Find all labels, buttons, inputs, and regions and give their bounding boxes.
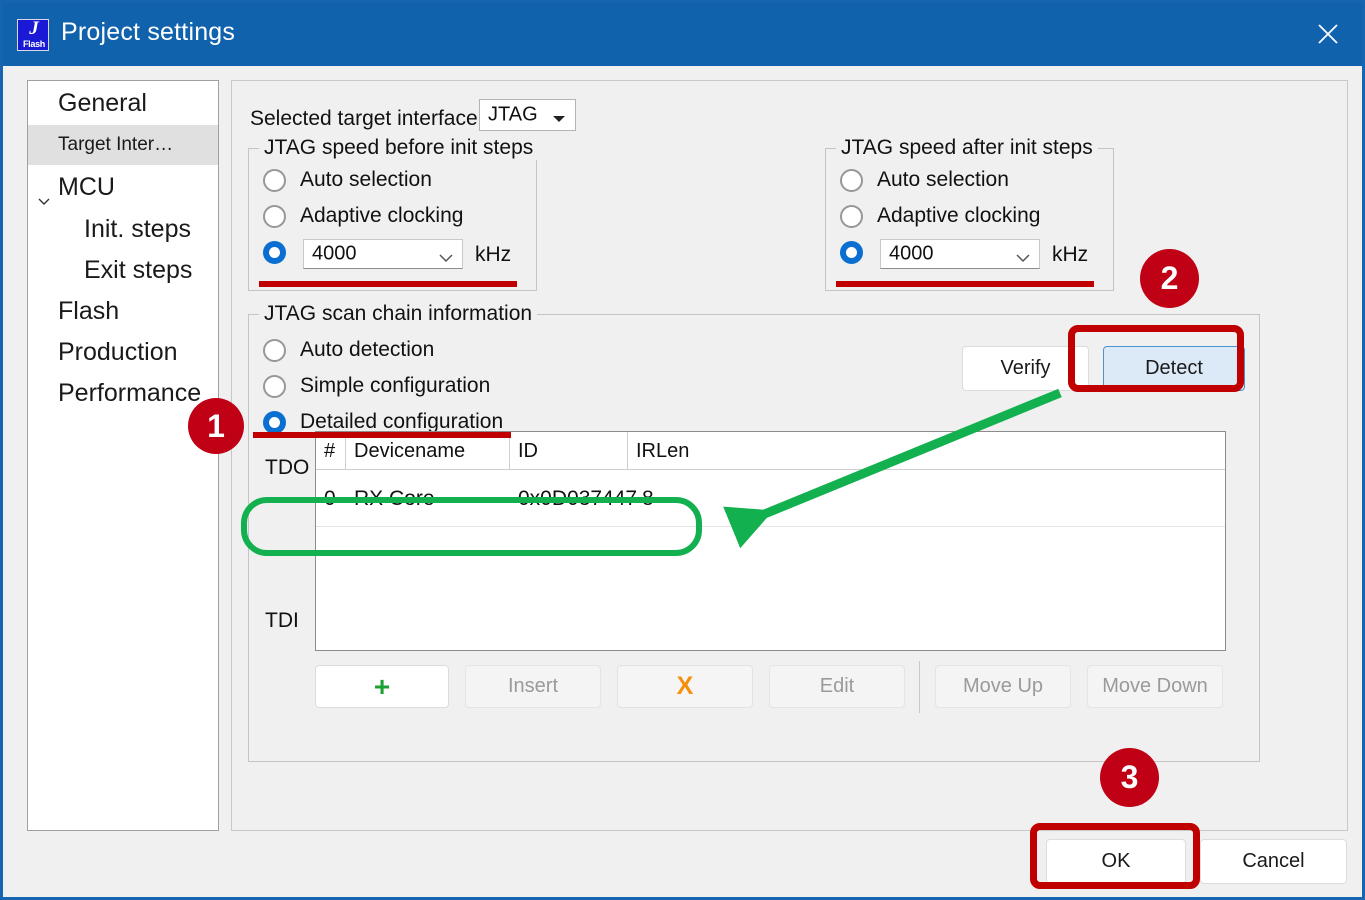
speed-after-adaptive-clocking-radio[interactable]: Adaptive clocking xyxy=(840,204,1040,228)
speed-after-auto-selection-radio[interactable]: Auto selection xyxy=(840,168,1009,192)
speed-before-auto-selection-radio[interactable]: Auto selection xyxy=(263,168,432,192)
sidebar-item-flash[interactable]: Flash xyxy=(28,291,218,332)
chevron-down-icon xyxy=(439,250,453,263)
move-up-button[interactable]: Move Up xyxy=(935,665,1071,708)
radio-icon xyxy=(840,241,863,264)
sidebar-item-label: MCU xyxy=(58,173,115,201)
speed-after-value-select[interactable]: 4000 xyxy=(880,239,1040,269)
sidebar-item-label: Production xyxy=(58,338,178,366)
radio-icon xyxy=(840,204,863,228)
tdo-label: TDO xyxy=(265,456,310,479)
sidebar-item-performance[interactable]: Performance xyxy=(28,373,218,414)
sidebar-item-label: Init. steps xyxy=(84,215,191,243)
sidebar-item-label: Flash xyxy=(58,297,120,325)
target-interface-value: JTAG xyxy=(488,103,538,126)
verify-button[interactable]: Verify xyxy=(962,346,1089,391)
sidebar-item-exit-steps[interactable]: Exit steps xyxy=(28,250,218,291)
tdi-label: TDI xyxy=(265,609,299,632)
radio-icon xyxy=(263,241,286,264)
cancel-button[interactable]: Cancel xyxy=(1200,839,1347,884)
dialog-body: General Target Inter… MCU Init. steps Ex… xyxy=(3,66,1362,897)
column-header-id: ID xyxy=(510,432,628,470)
sidebar-item-label: Target Inter… xyxy=(58,134,174,155)
sidebar-item-target-interface[interactable]: Target Inter… xyxy=(28,125,218,165)
target-interface-select[interactable]: JTAG xyxy=(479,99,576,131)
settings-sidebar: General Target Inter… MCU Init. steps Ex… xyxy=(27,80,219,831)
target-interface-panel: Selected target interface: JTAG JTAG spe… xyxy=(231,80,1348,831)
detect-button[interactable]: Detect xyxy=(1103,346,1245,391)
speed-after-fixed-radio[interactable] xyxy=(840,241,863,264)
close-icon[interactable] xyxy=(1302,11,1354,57)
radio-label: Adaptive clocking xyxy=(877,204,1041,227)
chevron-down-icon xyxy=(36,179,52,205)
jtag-speed-after-title: JTAG speed after init steps xyxy=(836,136,1098,160)
radio-icon xyxy=(263,168,286,192)
column-header-devicename: Devicename xyxy=(346,432,510,470)
chevron-down-icon xyxy=(1016,250,1030,263)
sidebar-item-label: Exit steps xyxy=(84,256,193,284)
jflash-icon-letter: J xyxy=(29,18,39,39)
jtag-scan-chain-title: JTAG scan chain information xyxy=(259,302,538,326)
radio-label: Simple configuration xyxy=(300,374,491,397)
radio-icon xyxy=(263,374,286,398)
scan-simple-configuration-radio[interactable]: Simple configuration xyxy=(263,374,490,398)
move-down-button[interactable]: Move Down xyxy=(1087,665,1223,708)
radio-icon xyxy=(263,204,286,228)
toolbar-separator xyxy=(919,661,920,713)
radio-label: Adaptive clocking xyxy=(300,204,464,227)
column-header-index: # xyxy=(316,432,346,470)
insert-device-button[interactable]: Insert xyxy=(465,665,601,708)
sidebar-item-init-steps[interactable]: Init. steps xyxy=(28,209,218,250)
sidebar-item-mcu[interactable]: MCU xyxy=(28,165,218,209)
jtag-speed-before-title: JTAG speed before init steps xyxy=(259,136,539,160)
table-row[interactable]: 0 RX Core 0x0D037447 8 xyxy=(316,470,1225,527)
jtag-scan-chain-group: JTAG scan chain information Auto detecti… xyxy=(248,302,1260,762)
column-header-irlen: IRLen xyxy=(636,440,690,462)
jflash-icon-word: Flash xyxy=(22,39,45,49)
speed-before-value: 4000 xyxy=(312,242,357,265)
page-title: Project settings xyxy=(61,18,236,46)
jtag-speed-after-group: JTAG speed after init steps Auto selecti… xyxy=(825,136,1114,291)
cell-id: 0x0D037447 xyxy=(518,487,638,510)
jtag-speed-before-group: JTAG speed before init steps Auto select… xyxy=(248,136,539,291)
radio-icon xyxy=(263,410,286,434)
cell-devicename: RX Core xyxy=(354,487,435,510)
jflash-icon: J Flash xyxy=(17,18,49,51)
remove-device-button[interactable]: X xyxy=(617,665,753,708)
sidebar-item-general[interactable]: General xyxy=(28,81,218,125)
table-header-row: # Devicename ID IRLen xyxy=(316,432,1225,470)
sidebar-item-label: General xyxy=(58,89,147,117)
cell-index: 0 xyxy=(324,487,336,510)
ok-button[interactable]: OK xyxy=(1046,839,1186,884)
speed-after-unit-label: kHz xyxy=(1052,243,1089,266)
speed-after-value: 4000 xyxy=(889,242,934,265)
selected-target-interface-label: Selected target interface: xyxy=(250,107,484,130)
edit-device-button[interactable]: Edit xyxy=(769,665,905,708)
speed-before-fixed-radio[interactable] xyxy=(263,241,286,264)
jtag-chain-table[interactable]: # Devicename ID IRLen 0 RX Core 0x0D0374… xyxy=(315,431,1226,651)
chevron-down-icon xyxy=(552,111,566,122)
radio-label: Auto selection xyxy=(877,168,1009,191)
sidebar-item-label: Performance xyxy=(58,379,202,407)
speed-before-adaptive-clocking-radio[interactable]: Adaptive clocking xyxy=(263,204,463,228)
speed-before-unit-label: kHz xyxy=(475,243,512,266)
title-bar: J Flash Project settings xyxy=(3,3,1362,66)
radio-label: Auto selection xyxy=(300,168,432,191)
radio-icon xyxy=(263,338,286,362)
radio-icon xyxy=(840,168,863,192)
project-settings-dialog: J Flash Project settings General Target … xyxy=(0,0,1365,900)
sidebar-item-production[interactable]: Production xyxy=(28,332,218,373)
speed-before-value-select[interactable]: 4000 xyxy=(303,239,463,269)
cell-irlen: 8 xyxy=(642,487,654,510)
add-device-button[interactable]: + xyxy=(315,665,449,708)
radio-label: Auto detection xyxy=(300,338,435,361)
scan-auto-detection-radio[interactable]: Auto detection xyxy=(263,338,434,362)
